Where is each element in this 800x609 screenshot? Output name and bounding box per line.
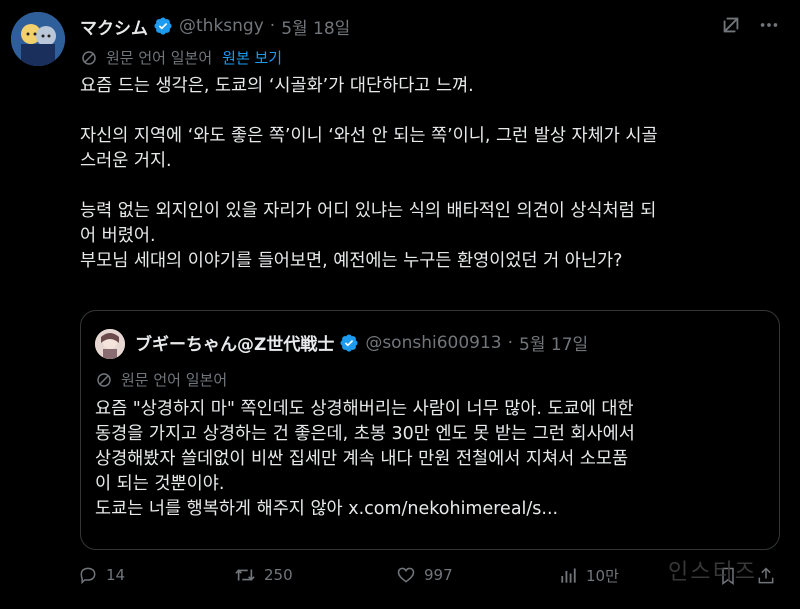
quoted-author-avatar xyxy=(95,329,125,359)
views-button[interactable]: 10만 xyxy=(558,565,619,586)
author-handle[interactable]: @thksngy xyxy=(179,16,264,36)
repost-count: 250 xyxy=(264,566,293,584)
grok-icon[interactable] xyxy=(720,14,742,36)
author-avatar[interactable] xyxy=(11,12,65,66)
quoted-line: 동경을 가지고 상경하는 건 좋은데, 초봉 30만 엔도 못 받는 그런 회사… xyxy=(95,424,635,444)
tweet-line: 요즘 드는 생각은, 도쿄의 ‘시골화’가 대단하다고 느껴. xyxy=(80,76,474,96)
quoted-line: 이 되는 것뿐이야. xyxy=(95,474,225,494)
separator-dot: · xyxy=(507,332,514,353)
quoted-translation-row: 원문 언어 일본어 xyxy=(95,369,227,390)
quoted-date: 5월 17일 xyxy=(519,335,589,355)
separator-dot: · xyxy=(269,16,276,36)
translation-row: 원문 언어 일본어 원본 보기 xyxy=(80,47,282,68)
tweet-text: 요즘 드는 생각은, 도쿄의 ‘시골화’가 대단하다고 느껴. 자신의 지역에 … xyxy=(80,74,780,274)
quoted-tweet[interactable]: ブギーちゃん@Z世代戦士 @sonshi600913 · 5월 17일 원문 언… xyxy=(80,310,780,550)
verified-badge-icon xyxy=(339,333,359,353)
show-original-link[interactable]: 원본 보기 xyxy=(222,47,282,68)
reply-count: 14 xyxy=(106,566,126,584)
tweet-line: 부모님 세대의 이야기를 들어보면, 예전에는 누구든 환영이었던 거 아닌가? xyxy=(80,251,623,271)
quoted-line: 상경해봤자 쓸데없이 비싼 집세만 계속 내다 만원 전철에서 지쳐서 소모품 xyxy=(95,449,629,469)
quoted-header: ブギーちゃん@Z世代戦士 @sonshi600913 · 5월 17일 xyxy=(135,330,589,356)
share-button[interactable] xyxy=(756,565,776,587)
quoted-translation-label: 원문 언어 일본어 xyxy=(121,371,228,389)
watermark: 인스티즈 xyxy=(668,560,757,585)
author-name[interactable]: マクシム xyxy=(80,14,148,39)
tweet-header: マクシム @thksngy · 5월 18일 xyxy=(80,12,780,40)
quoted-text: 요즘 "상경하지 마" 쪽인데도 상경해버리는 사람이 너무 많아. 도쿄에 대… xyxy=(95,397,767,522)
verified-badge-icon xyxy=(153,16,173,36)
quoted-author-handle: @sonshi600913 xyxy=(365,332,502,353)
quoted-line: 요즘 "상경하지 마" 쪽인데도 상경해버리는 사람이 너무 많아. 도쿄에 대… xyxy=(95,399,634,419)
repost-icon xyxy=(234,565,256,585)
like-button[interactable]: 997 xyxy=(396,565,453,585)
views-icon xyxy=(558,566,578,586)
quoted-author-name: ブギーちゃん@Z世代戦士 xyxy=(135,335,335,355)
share-icon xyxy=(756,565,776,587)
tweet-line: 능력 없는 외지인이 있을 자리가 어디 있냐는 식의 배타적인 의견이 상식처… xyxy=(80,201,657,221)
reply-button[interactable]: 14 xyxy=(78,565,125,585)
tweet-line: 어 버렸어. xyxy=(80,226,156,246)
like-count: 997 xyxy=(424,566,453,584)
views-count: 10만 xyxy=(586,567,619,585)
translation-label: 원문 언어 일본어 xyxy=(106,49,213,67)
translate-icon xyxy=(95,371,113,389)
tweet-line: 자신의 지역에 ‘와도 좋은 쪽’이니 ‘와선 안 되는 쪽’이니, 그런 발상… xyxy=(80,126,658,146)
repost-button[interactable]: 250 xyxy=(234,565,293,585)
tweet-date[interactable]: 5월 18일 xyxy=(281,14,350,39)
quoted-line: 도쿄는 너를 행복하게 해주지 않아 x.com/nekohimereal/s.… xyxy=(95,499,559,519)
translate-icon xyxy=(80,49,98,67)
more-icon[interactable] xyxy=(758,14,780,36)
header-actions xyxy=(720,14,780,36)
like-icon xyxy=(396,565,416,585)
reply-icon xyxy=(78,565,98,585)
tweet-line: 스러운 거지. xyxy=(80,151,172,171)
